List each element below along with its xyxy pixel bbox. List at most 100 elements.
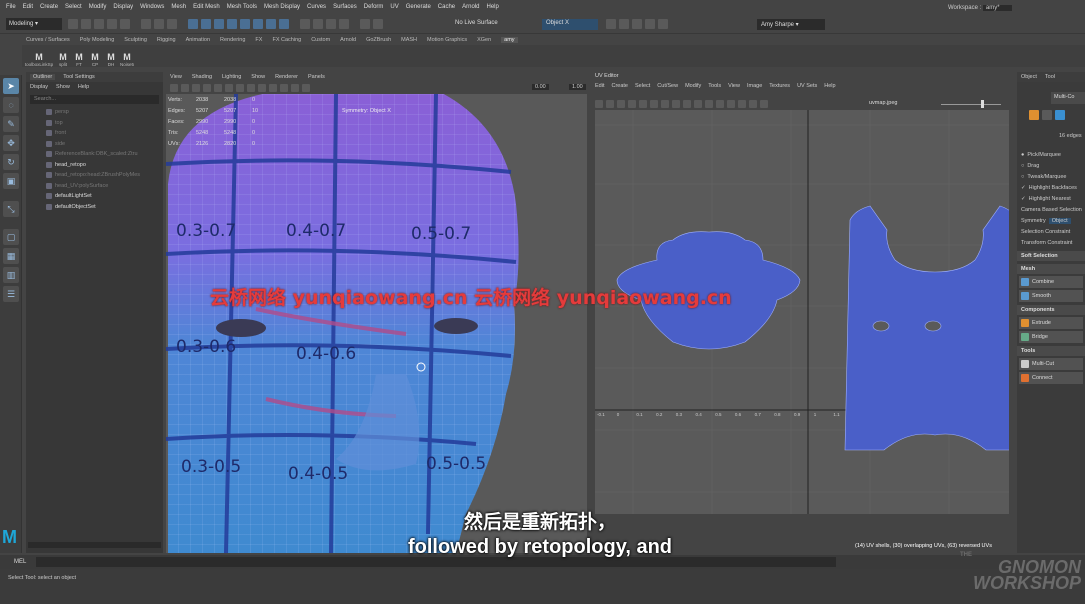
toolkit-option[interactable]: ✓ Highlight Nearest bbox=[1017, 193, 1085, 204]
shelf-tab-rendering[interactable]: Rendering bbox=[220, 37, 245, 43]
section-components[interactable]: Components bbox=[1017, 305, 1085, 315]
uv-tool-icon[interactable] bbox=[727, 100, 735, 108]
mel-label[interactable]: MEL bbox=[0, 559, 26, 565]
select-tool-icon[interactable]: ➤ bbox=[3, 78, 19, 94]
shelf-tab-arnold[interactable]: Arnold bbox=[340, 37, 356, 43]
camera-icon[interactable] bbox=[170, 84, 178, 92]
vp-menu-lighting[interactable]: Lighting bbox=[222, 74, 241, 80]
menu-select[interactable]: Select bbox=[65, 4, 82, 10]
ipr-icon[interactable] bbox=[632, 19, 642, 29]
outliner-item[interactable]: defaultObjectSet bbox=[26, 202, 163, 213]
outliner-search-input[interactable]: Search... bbox=[30, 95, 159, 104]
shelf-button[interactable]: M FT bbox=[72, 52, 86, 67]
xray-icon[interactable] bbox=[291, 84, 299, 92]
mask-icon[interactable] bbox=[201, 19, 211, 29]
live-surface-label[interactable]: No Live Surface bbox=[455, 20, 498, 26]
select-object-icon[interactable] bbox=[154, 19, 164, 29]
combine-button[interactable]: Combine bbox=[1019, 276, 1083, 288]
mask-icon[interactable] bbox=[266, 19, 276, 29]
outliner-layout-icon[interactable]: ☰ bbox=[3, 286, 19, 302]
render-current-icon[interactable] bbox=[619, 19, 629, 29]
shelf-tab-gozbrush[interactable]: GoZBrush bbox=[366, 37, 391, 43]
open-icon[interactable] bbox=[81, 19, 91, 29]
render-view-icon[interactable] bbox=[606, 19, 616, 29]
shelf-button[interactable]: M CP bbox=[88, 52, 102, 67]
outliner-item[interactable]: top bbox=[26, 118, 163, 129]
snap-grid-icon[interactable] bbox=[300, 19, 310, 29]
uv-tool-icon[interactable] bbox=[617, 100, 625, 108]
render-icon[interactable] bbox=[373, 19, 383, 29]
smooth-button[interactable]: Smooth bbox=[1019, 290, 1083, 302]
radio-icon[interactable]: ○ bbox=[1021, 163, 1024, 169]
section-soft-selection[interactable]: Soft Selection bbox=[1017, 251, 1085, 261]
menu-uv[interactable]: UV bbox=[390, 4, 398, 10]
outliner-item[interactable]: persp bbox=[26, 107, 163, 118]
mask-icon[interactable] bbox=[253, 19, 263, 29]
menu-create[interactable]: Create bbox=[40, 4, 58, 10]
exposure-field[interactable]: 0.00 bbox=[532, 84, 549, 90]
shelf-tab-animation[interactable]: Animation bbox=[186, 37, 210, 43]
connect-button[interactable]: Connect bbox=[1019, 372, 1083, 384]
uv-tool-icon[interactable] bbox=[705, 100, 713, 108]
outliner-item[interactable]: head_retopo:head:ZBrushPolyMes bbox=[26, 170, 163, 181]
toolkit-option[interactable]: ○ Drag bbox=[1017, 160, 1085, 171]
bookmark-icon[interactable] bbox=[192, 84, 200, 92]
menu-modify[interactable]: Modify bbox=[89, 4, 107, 10]
uv-tool-icon[interactable] bbox=[672, 100, 680, 108]
film-gate-icon[interactable] bbox=[225, 84, 233, 92]
menu-curves[interactable]: Curves bbox=[307, 4, 326, 10]
shelf-tab-poly-modeling[interactable]: Poly Modeling bbox=[80, 37, 115, 43]
outliner-scrollbar[interactable] bbox=[28, 542, 161, 548]
uv-tool-icon[interactable] bbox=[628, 100, 636, 108]
menu-generate[interactable]: Generate bbox=[406, 4, 431, 10]
grid-icon[interactable] bbox=[214, 84, 222, 92]
menu-mesh[interactable]: Mesh bbox=[171, 4, 186, 10]
shelf-tab-rigging[interactable]: Rigging bbox=[157, 37, 176, 43]
shelf-tab-mash[interactable]: MASH bbox=[401, 37, 417, 43]
uv-tool-icon[interactable] bbox=[749, 100, 757, 108]
tab-object[interactable]: Object bbox=[1021, 74, 1037, 80]
vp-menu-shading[interactable]: Shading bbox=[192, 74, 212, 80]
last-tool-icon[interactable]: ⤡ bbox=[3, 201, 19, 217]
uv-menu-item[interactable]: Textures bbox=[769, 83, 790, 89]
shelf-tab-amy[interactable]: amy bbox=[501, 37, 518, 43]
shelf-tab-custom[interactable]: Custom bbox=[311, 37, 330, 43]
scale-tool-icon[interactable]: ▣ bbox=[3, 173, 19, 189]
menu-mesh-display[interactable]: Mesh Display bbox=[264, 4, 300, 10]
camera-attr-icon[interactable] bbox=[181, 84, 189, 92]
snap-view-icon[interactable] bbox=[339, 19, 349, 29]
uv-menu-item[interactable]: View bbox=[728, 83, 740, 89]
multicut-button[interactable]: Multi-Cut bbox=[1019, 358, 1083, 370]
select-component-icon[interactable] bbox=[167, 19, 177, 29]
menu-help[interactable]: Help bbox=[486, 4, 498, 10]
multi-component-button[interactable]: Multi-Co bbox=[1051, 92, 1085, 104]
uv-tool-icon[interactable] bbox=[683, 100, 691, 108]
toolkit-option[interactable]: ● Pick/Marquee bbox=[1017, 149, 1085, 160]
history-icon[interactable] bbox=[360, 19, 370, 29]
checkbox-icon[interactable]: ✓ bbox=[1021, 185, 1026, 191]
shadows-icon[interactable] bbox=[280, 84, 288, 92]
menu-display[interactable]: Display bbox=[113, 4, 133, 10]
uv-menu-item[interactable]: UV Sets bbox=[797, 83, 817, 89]
menu-surfaces[interactable]: Surfaces bbox=[333, 4, 357, 10]
bridge-button[interactable]: Bridge bbox=[1019, 331, 1083, 343]
checkbox-icon[interactable]: ○ bbox=[1021, 174, 1024, 180]
vp-menu-view[interactable]: View bbox=[170, 74, 182, 80]
tab-tool[interactable]: Tool bbox=[1045, 74, 1055, 80]
uv-menu-item[interactable]: Cut/Sew bbox=[657, 83, 678, 89]
shelf-button[interactable]: M Noise5 bbox=[120, 52, 134, 67]
outliner-menu-show[interactable]: Show bbox=[56, 84, 70, 90]
lasso-tool-icon[interactable]: ◌ bbox=[3, 97, 19, 113]
outliner-item[interactable]: front bbox=[26, 128, 163, 139]
smooth-shade-icon[interactable] bbox=[247, 84, 255, 92]
uv-tool-icon[interactable] bbox=[694, 100, 702, 108]
menu-file[interactable]: File bbox=[6, 4, 16, 10]
uv-menu-item[interactable]: Edit bbox=[595, 83, 604, 89]
mask-icon[interactable] bbox=[214, 19, 224, 29]
redo-icon[interactable] bbox=[120, 19, 130, 29]
shelf-tab-motion-graphics[interactable]: Motion Graphics bbox=[427, 37, 467, 43]
outliner-item[interactable]: defaultLightSet bbox=[26, 191, 163, 202]
checkbox-icon[interactable]: ✓ bbox=[1021, 196, 1026, 202]
four-view-icon[interactable]: ▦ bbox=[3, 248, 19, 264]
texture-selector[interactable]: uvmap.jpeg bbox=[869, 100, 897, 106]
